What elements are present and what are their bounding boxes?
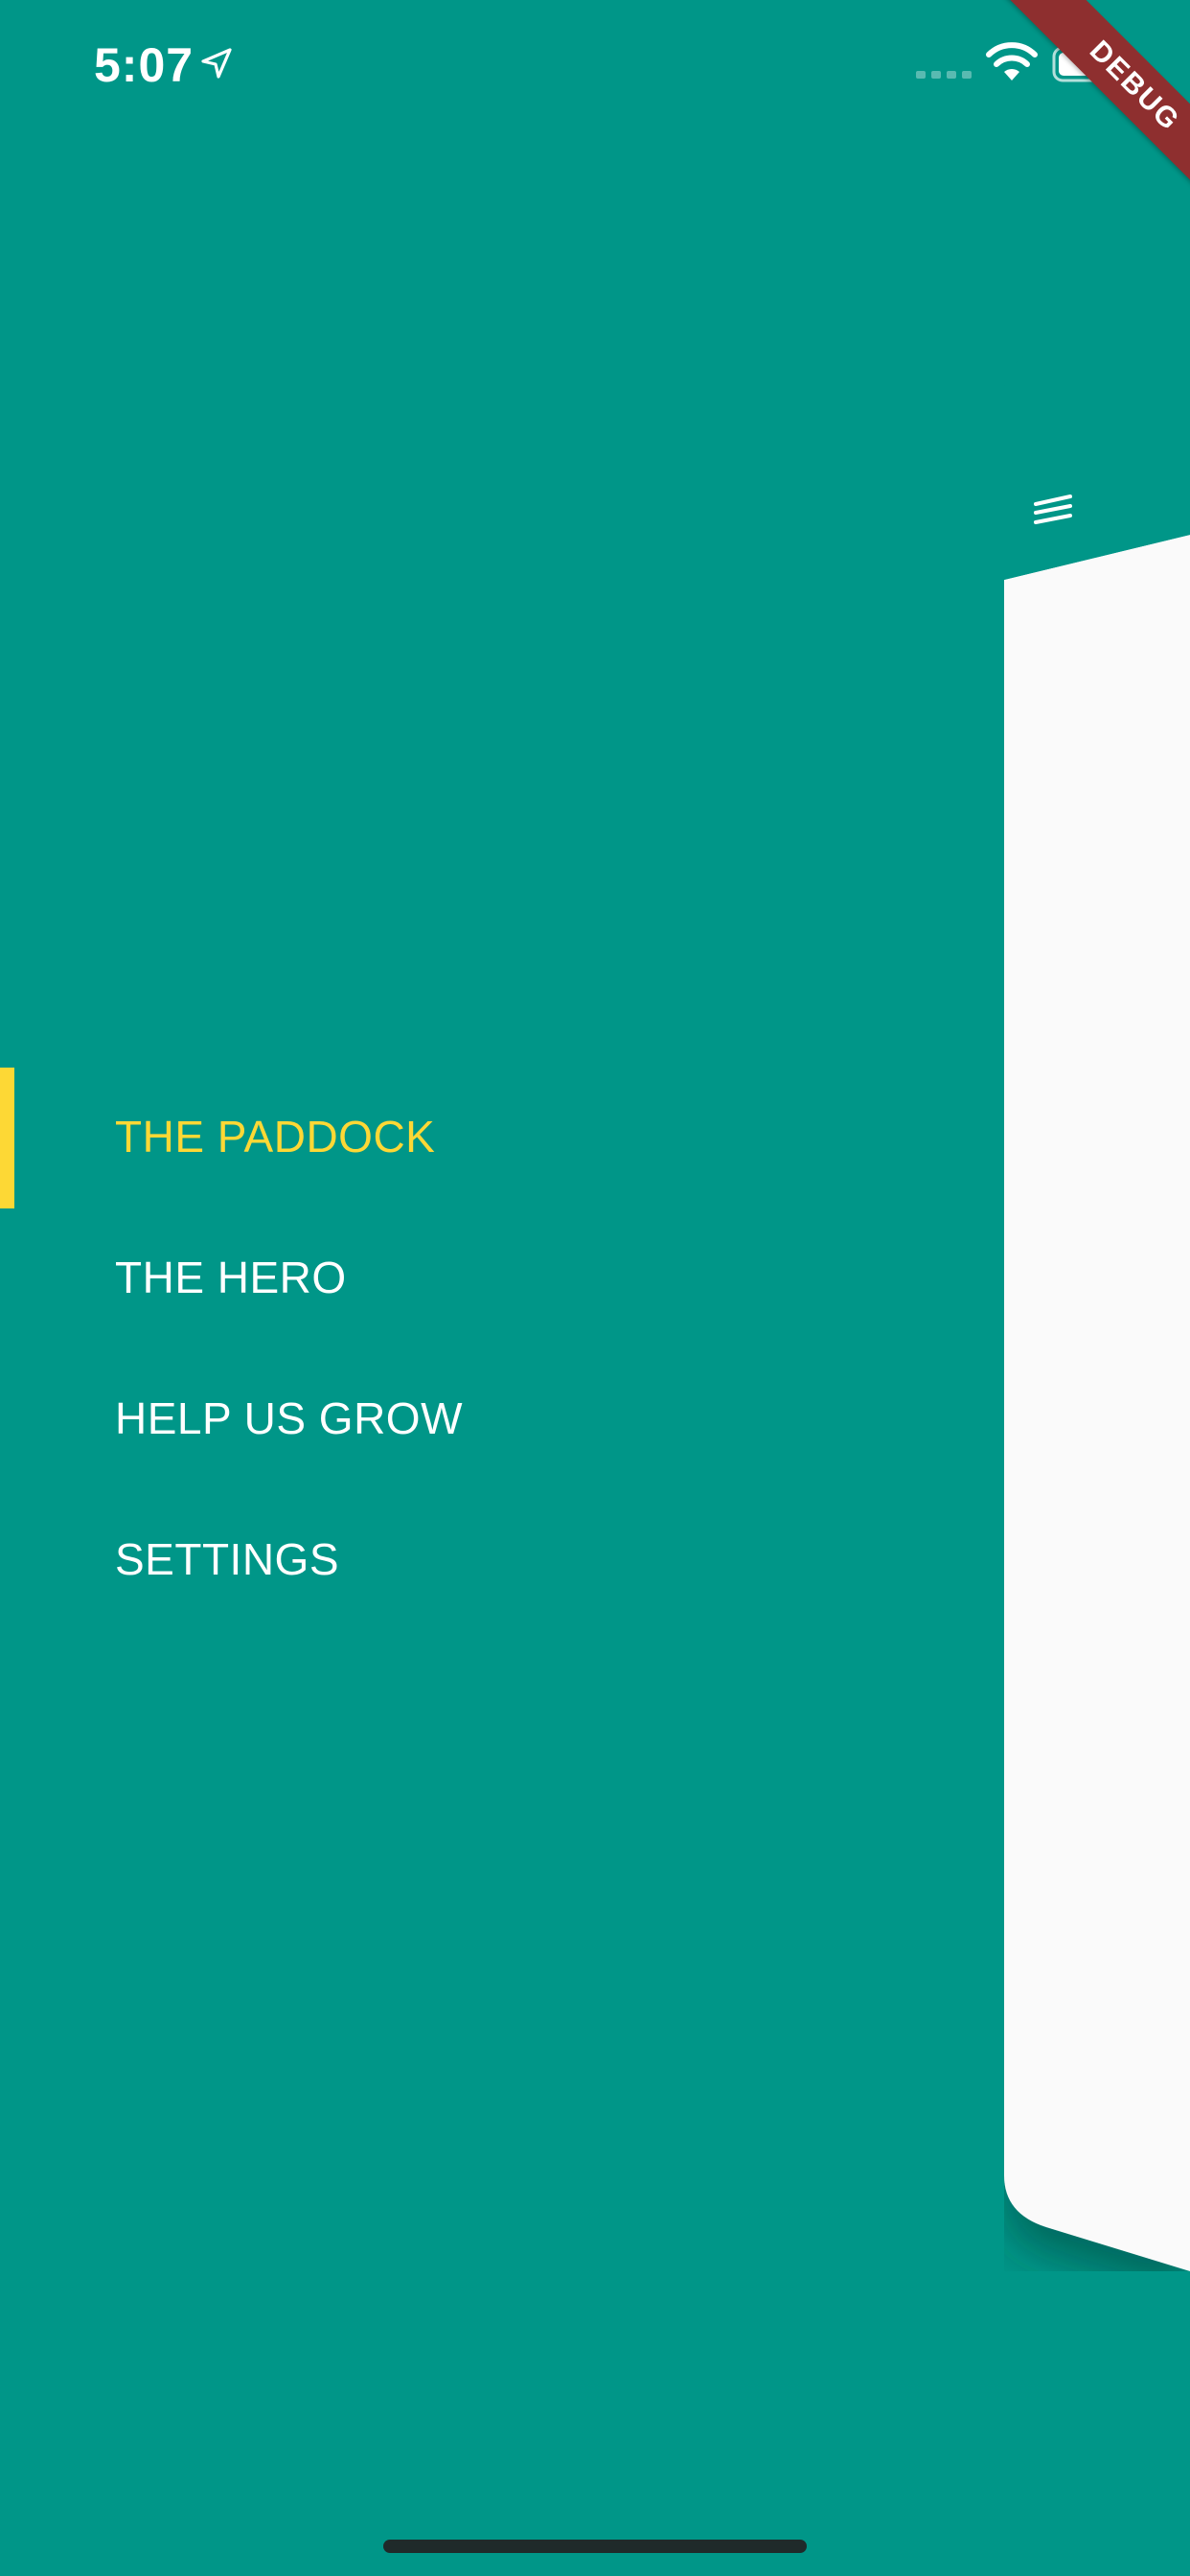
menu-item-settings[interactable]: SETTINGS: [0, 1490, 958, 1631]
wifi-icon: [986, 42, 1038, 80]
main-screen-shape: [1004, 307, 1190, 2271]
drawer-menu: THE PADDOCK THE HERO HELP US GROW SETTIN…: [0, 1068, 958, 1631]
menu-item-label: THE HERO: [115, 1253, 347, 1302]
menu-item-label: HELP US GROW: [115, 1393, 463, 1443]
hamburger-menu-icon[interactable]: [1033, 493, 1073, 529]
location-arrow-icon: [201, 48, 232, 79]
cellular-signal-icon: [916, 71, 972, 79]
home-indicator[interactable]: [383, 2540, 807, 2553]
menu-item-label: THE PADDOCK: [115, 1112, 436, 1162]
active-indicator: [0, 1068, 14, 1208]
menu-item-the-hero[interactable]: THE HERO: [0, 1208, 958, 1349]
menu-item-help-us-grow[interactable]: HELP US GROW: [0, 1349, 958, 1490]
main-screen-preview[interactable]: [1004, 307, 1190, 2271]
menu-item-the-paddock[interactable]: THE PADDOCK: [0, 1068, 958, 1208]
status-time: 5:07: [94, 38, 195, 92]
menu-item-label: SETTINGS: [115, 1534, 340, 1584]
debug-banner: DEBUG: [993, 0, 1190, 228]
